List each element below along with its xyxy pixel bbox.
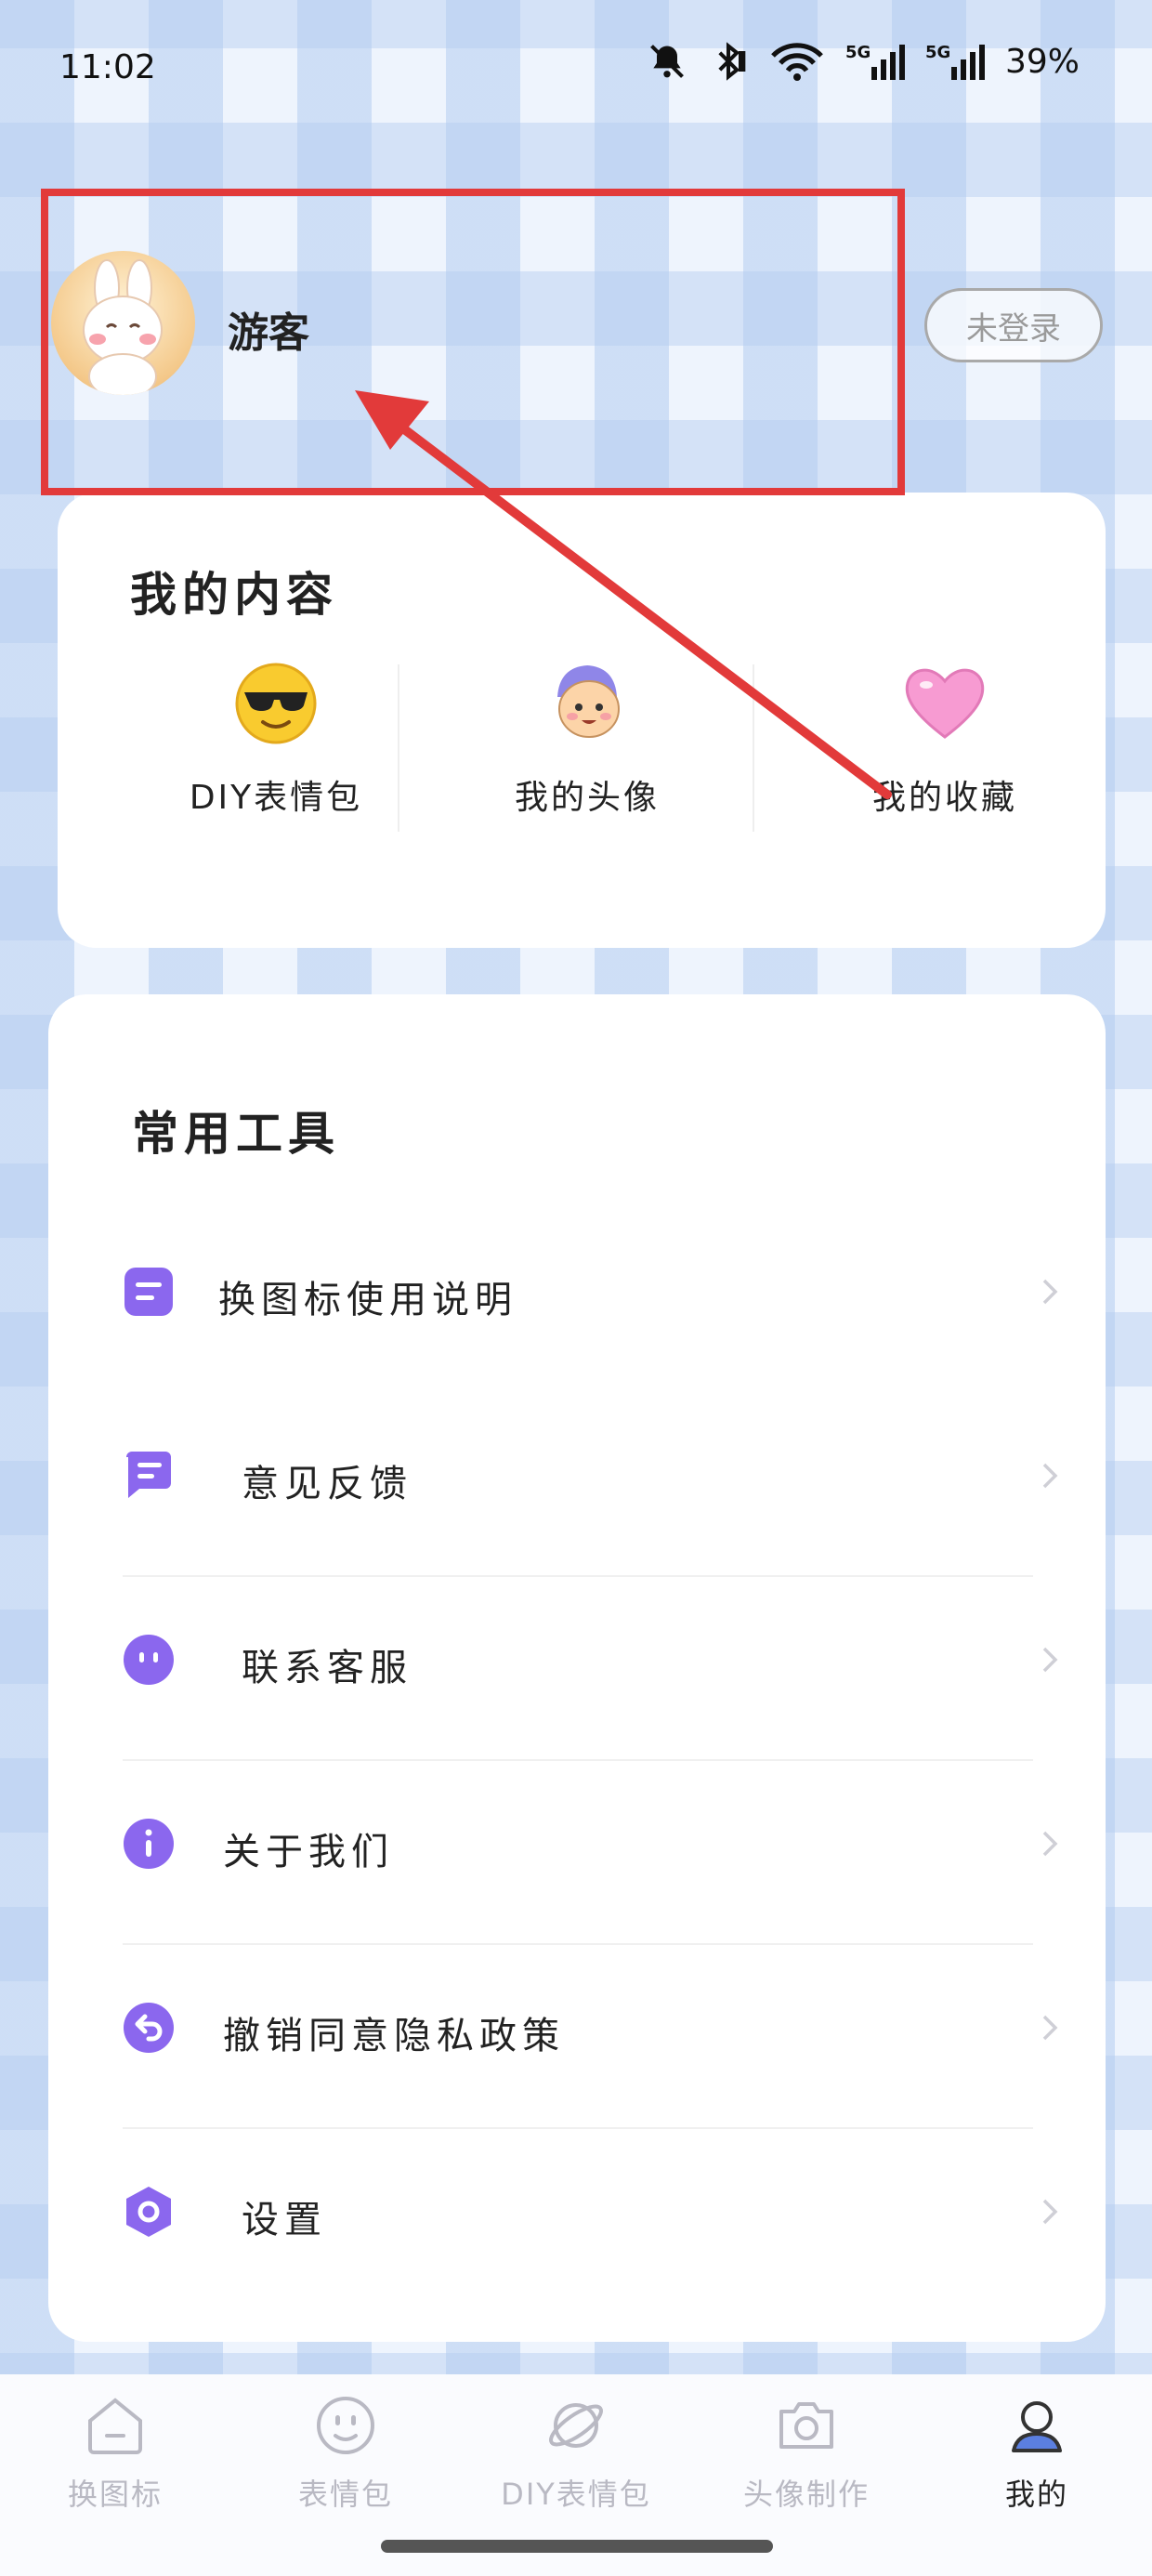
chevron-right-icon xyxy=(1042,1279,1058,1305)
nav-tab-mine[interactable]: 我的 xyxy=(944,2393,1130,2514)
tool-item-revoke-privacy[interactable]: 撤销同意隐私政策 xyxy=(121,1935,1078,2119)
shortcut-diy-emoji[interactable]: DIY表情包 xyxy=(99,655,452,841)
tool-label: 撤销同意隐私政策 xyxy=(223,2015,565,2057)
tool-item-icon-guide[interactable]: 换图标使用说明 xyxy=(121,1199,1078,1383)
login-status-button[interactable]: 未登录 xyxy=(924,288,1103,362)
svg-text:5G: 5G xyxy=(925,43,950,62)
smiley-icon xyxy=(317,2397,374,2454)
5g-signal-icon: 5G xyxy=(845,43,905,80)
mute-bell-icon xyxy=(650,45,684,78)
nav-tab-emoji[interactable]: 表情包 xyxy=(253,2393,439,2514)
nav-label: 头像制作 xyxy=(742,2477,870,2512)
shortcut-label: DIY表情包 xyxy=(189,779,363,817)
shortcut-my-favorites[interactable]: 我的收藏 xyxy=(768,655,1121,841)
tool-label: 换图标使用说明 xyxy=(218,1279,517,1321)
nav-tab-change-icon[interactable]: 换图标 xyxy=(22,2393,208,2514)
status-icons: 5G 5G 39% xyxy=(647,41,1080,82)
tools-card: 常用工具 换图标使用说明 意见反馈 联系客服 关于我们 撤销同意隐私政策 设置 xyxy=(48,994,1106,2342)
planet-icon xyxy=(549,2403,603,2448)
nav-label: DIY表情包 xyxy=(501,2477,651,2512)
change-icon-icon xyxy=(88,2398,142,2454)
tool-label: 意见反馈 xyxy=(242,1463,412,1505)
chat-icon xyxy=(126,1452,171,1498)
chevron-right-icon xyxy=(1042,1831,1058,1857)
my-content-card: 我的内容 DIY表情包 我的头像 我的收藏 xyxy=(58,493,1106,948)
nav-tab-diy-emoji[interactable]: DIY表情包 xyxy=(483,2393,669,2514)
hexagon-settings-icon xyxy=(126,2187,171,2237)
tool-item-customer-service[interactable]: 联系客服 xyxy=(121,1567,1078,1751)
divider xyxy=(753,664,754,832)
divider xyxy=(398,664,399,832)
wifi-icon xyxy=(771,43,823,81)
status-bar: 11:02 5G 5G 39% xyxy=(0,0,1152,139)
my-content-title: 我的内容 xyxy=(130,568,338,622)
tool-item-about-us[interactable]: 关于我们 xyxy=(121,1751,1078,1935)
sunglasses-emoji-icon xyxy=(235,663,317,744)
tools-title: 常用工具 xyxy=(132,1107,340,1161)
chevron-right-icon xyxy=(1042,1647,1058,1673)
nav-label: 我的 xyxy=(1004,2477,1068,2512)
shortcut-label: 我的头像 xyxy=(514,779,660,817)
svg-text:5G: 5G xyxy=(845,43,871,62)
undo-icon xyxy=(124,2003,174,2053)
nav-tab-avatar-maker[interactable]: 头像制作 xyxy=(713,2393,899,2514)
user-icon xyxy=(1012,2401,1062,2452)
info-icon xyxy=(124,1819,174,1869)
home-indicator[interactable] xyxy=(381,2540,773,2553)
tool-label: 设置 xyxy=(242,2199,327,2241)
shortcut-label: 我的收藏 xyxy=(871,779,1017,817)
document-icon xyxy=(124,1268,173,1316)
heart-icon xyxy=(905,668,985,739)
camera-icon xyxy=(779,2402,833,2449)
service-face-icon xyxy=(124,1635,174,1685)
nav-label: 换图标 xyxy=(67,2477,163,2512)
status-time: 11:02 xyxy=(59,48,156,86)
tool-label: 关于我们 xyxy=(223,1831,394,1873)
tool-item-settings[interactable]: 设置 xyxy=(121,2119,1078,2303)
nav-label: 表情包 xyxy=(297,2477,393,2512)
chevron-right-icon xyxy=(1042,2015,1058,2041)
chevron-right-icon xyxy=(1042,2199,1058,2225)
battery-percentage: 39% xyxy=(1004,42,1080,81)
bluetooth-icon xyxy=(718,42,746,81)
tool-item-feedback[interactable]: 意见反馈 xyxy=(121,1383,1078,1567)
shortcut-my-avatar[interactable]: 我的头像 xyxy=(411,655,764,841)
tool-label: 联系客服 xyxy=(242,1647,412,1689)
chevron-right-icon xyxy=(1042,1463,1058,1489)
annotation-highlight-box xyxy=(41,189,905,495)
avatar-face-icon xyxy=(557,665,620,738)
5g-signal-icon: 5G xyxy=(925,43,985,80)
